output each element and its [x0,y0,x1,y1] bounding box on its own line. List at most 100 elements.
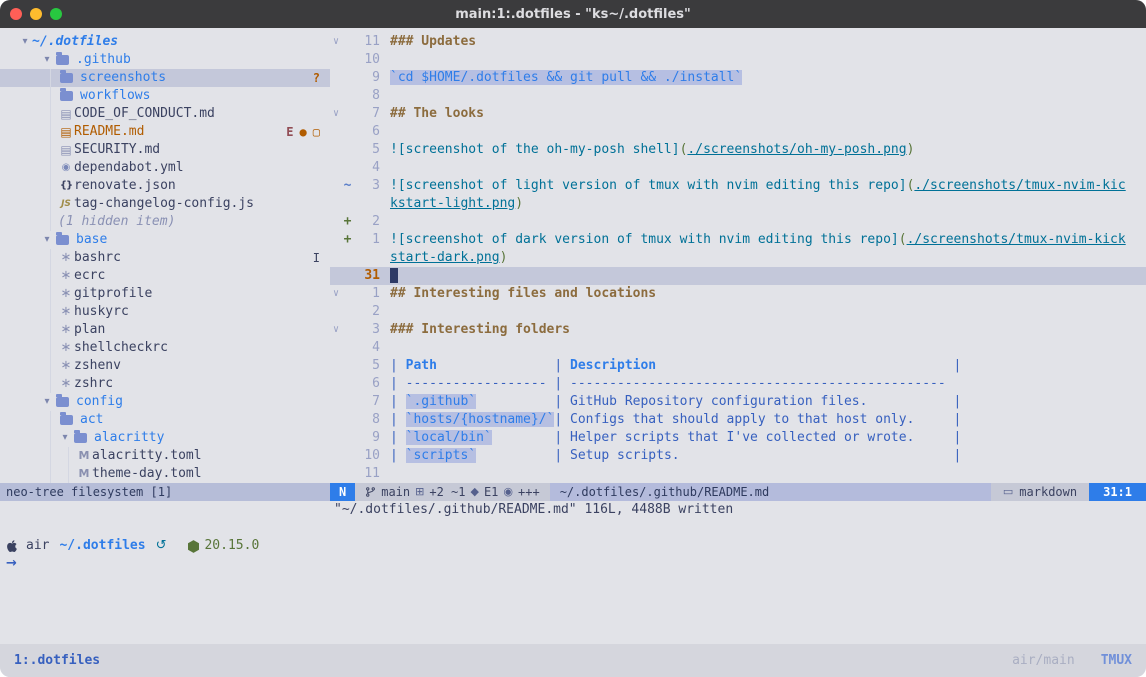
editor-line[interactable]: 8 [330,87,1146,105]
editor-line[interactable]: ∨1## Interesting files and locations [330,285,1146,303]
editor-line[interactable]: 9`cd $HOME/.dotfiles && git pull && ./in… [330,69,1146,87]
tmux-statusbar: 1:.dotfiles air/main TMUX [0,644,1146,677]
editor-line[interactable]: 9| `local/bin` | Helper scripts that I'v… [330,429,1146,447]
editor-line[interactable]: +2 [330,213,1146,231]
tree-item-alacritty-toml[interactable]: Malacritty.toml [0,447,330,465]
git-sign: ~ [342,177,353,195]
tree-item-plan[interactable]: ∗plan [0,321,330,339]
editor-line[interactable]: 10 [330,51,1146,69]
tree-item-code-of-conduct-md[interactable]: ▤CODE_OF_CONDUCT.md [0,105,330,123]
tree-item-tag-changelog-config-js[interactable]: JStag-changelog-config.js [0,195,330,213]
editor-line[interactable]: ~3![screenshot of light version of tmux … [330,177,1146,213]
status-badge: ? [313,69,320,87]
tree-item-label: alacritty [94,429,164,447]
minimize-button[interactable] [30,8,42,20]
tree-item-security-md[interactable]: ▤SECURITY.md [0,141,330,159]
fold-icon: ∨ [330,33,342,51]
tree-item-zshrc[interactable]: ∗zshrc [0,375,330,393]
git-status-section: main ⊞ +2 ~1 ◆ E1 ◉ +++ [355,483,549,501]
zoom-button[interactable] [50,8,62,20]
markdown-file-icon: ▤ [58,141,74,159]
tree-item-badges: ? [313,69,330,87]
editor-line[interactable]: 7| `.github` | GitHub Repository configu… [330,393,1146,411]
editor-line[interactable]: 8| `hosts/{hostname}/`| Configs that sho… [330,411,1146,429]
line-text [390,303,1126,321]
tree-item-screenshots[interactable]: screenshots? [0,69,330,87]
editor-line[interactable]: 4 [330,159,1146,177]
line-number: 2 [353,303,380,321]
git-sign: + [342,213,353,231]
tree-item-label: tag-changelog-config.js [74,195,254,213]
editor-line[interactable]: 2 [330,303,1146,321]
fold-icon: ∨ [330,105,342,123]
folder-icon [56,235,69,245]
tree-root[interactable]: ▾ ~/.dotfiles [0,33,330,51]
folder-icon [56,397,69,407]
editor-line[interactable]: 5![screenshot of the oh-my-posh shell](.… [330,141,1146,159]
tree-item-label: dependabot.yml [74,159,184,177]
tree-item-renovate-json[interactable]: {}renovate.json [0,177,330,195]
prompt-node-version: 20.15.0 [188,537,259,555]
line-number: 10 [353,51,380,69]
editor-line[interactable]: ∨3### Interesting folders [330,321,1146,339]
status-badge: ▢ [313,123,320,141]
editor-line[interactable]: +1![screenshot of dark version of tmux w… [330,231,1146,267]
tree-item-workflows[interactable]: workflows [0,87,330,105]
filetype-section: ▭ markdown [991,483,1089,501]
tree-item-github[interactable]: ▾.github [0,51,330,69]
close-button[interactable] [10,8,22,20]
tree-item-badges: I [313,249,330,267]
editor-line[interactable]: 10| `scripts` | Setup scripts. | [330,447,1146,465]
editor-buffer[interactable]: ∨11### Updates109`cd $HOME/.dotfiles && … [330,28,1146,483]
line-text [390,267,1126,285]
statusline-filepath: ~/.dotfiles/.github/README.md [550,483,991,501]
tree-item-base[interactable]: ▾base [0,231,330,249]
line-number: 31 [353,267,380,285]
tree-item-readme-md[interactable]: ▤README.mdE●▢ [0,123,330,141]
shell-config-file-icon: ∗ [58,249,74,267]
line-number: 9 [353,69,380,87]
editor-line[interactable]: ∨7## The looks [330,105,1146,123]
editor-line[interactable]: 5| Path | Description | [330,357,1146,375]
tmux-window-tab[interactable]: 1:.dotfiles [14,653,100,668]
tree-item-label: (1 hidden item) [58,213,175,231]
shell-config-file-icon: ∗ [58,357,74,375]
tree-item-label: renovate.json [74,177,176,195]
editor-line[interactable]: 6| ------------------ | ----------------… [330,375,1146,393]
folder-icon [60,415,73,425]
tree-item-bashrc[interactable]: ∗bashrc I [0,249,330,267]
editor-line[interactable]: 4 [330,339,1146,357]
tree-item-config[interactable]: ▾config [0,393,330,411]
shell-pane[interactable]: air ~/.dotfiles ↺ 20.15.0 → [0,519,1146,644]
cursor-position: 31:1 [1089,483,1146,501]
tree-item-label: theme-day.toml [92,465,202,483]
tree-item-shellcheckrc[interactable]: ∗shellcheckrc [0,339,330,357]
neotree-sidebar[interactable]: ▾ ~/.dotfiles ▾.githubscreenshots?workfl… [0,28,330,483]
editor-line[interactable]: 6 [330,123,1146,141]
chevron-down-icon: ▾ [58,429,72,447]
prompt-host: air [26,537,49,555]
tree-item-huskyrc[interactable]: ∗huskyrc [0,303,330,321]
status-dot-icon: ◉ [503,483,513,501]
status-badge: ● [300,123,307,141]
tree-item-dependabot-yml[interactable]: ◉dependabot.yml [0,159,330,177]
line-text: ### Updates [390,33,1126,51]
tree-item-ecrc[interactable]: ∗ecrc [0,267,330,285]
file-tree: ▾.githubscreenshots?workflows▤CODE_OF_CO… [0,51,330,483]
line-text: ![screenshot of light version of tmux wi… [390,177,1126,213]
tree-item-theme-day-toml[interactable]: Mtheme-day.toml [0,465,330,483]
tree-item-gitprofile[interactable]: ∗gitprofile [0,285,330,303]
editor-line[interactable]: 11 [330,465,1146,483]
chevron-down-icon: ▾ [40,51,54,69]
tree-item-zshenv[interactable]: ∗zshenv [0,357,330,375]
vim-cmdline-message: "~/.dotfiles/.github/README.md" 116L, 44… [0,501,1146,519]
shell-config-file-icon: ∗ [58,321,74,339]
tree-item-label: bashrc [74,249,121,267]
tree-item-alacritty[interactable]: ▾ alacritty [0,429,330,447]
tree-item-act[interactable]: act [0,411,330,429]
line-text: | `scripts` | Setup scripts. | [390,447,1126,465]
tree-item-label: gitprofile [74,285,152,303]
editor-line[interactable]: 31 [330,267,1146,285]
editor-line[interactable]: ∨11### Updates [330,33,1146,51]
tree-item-label: base [76,231,107,249]
